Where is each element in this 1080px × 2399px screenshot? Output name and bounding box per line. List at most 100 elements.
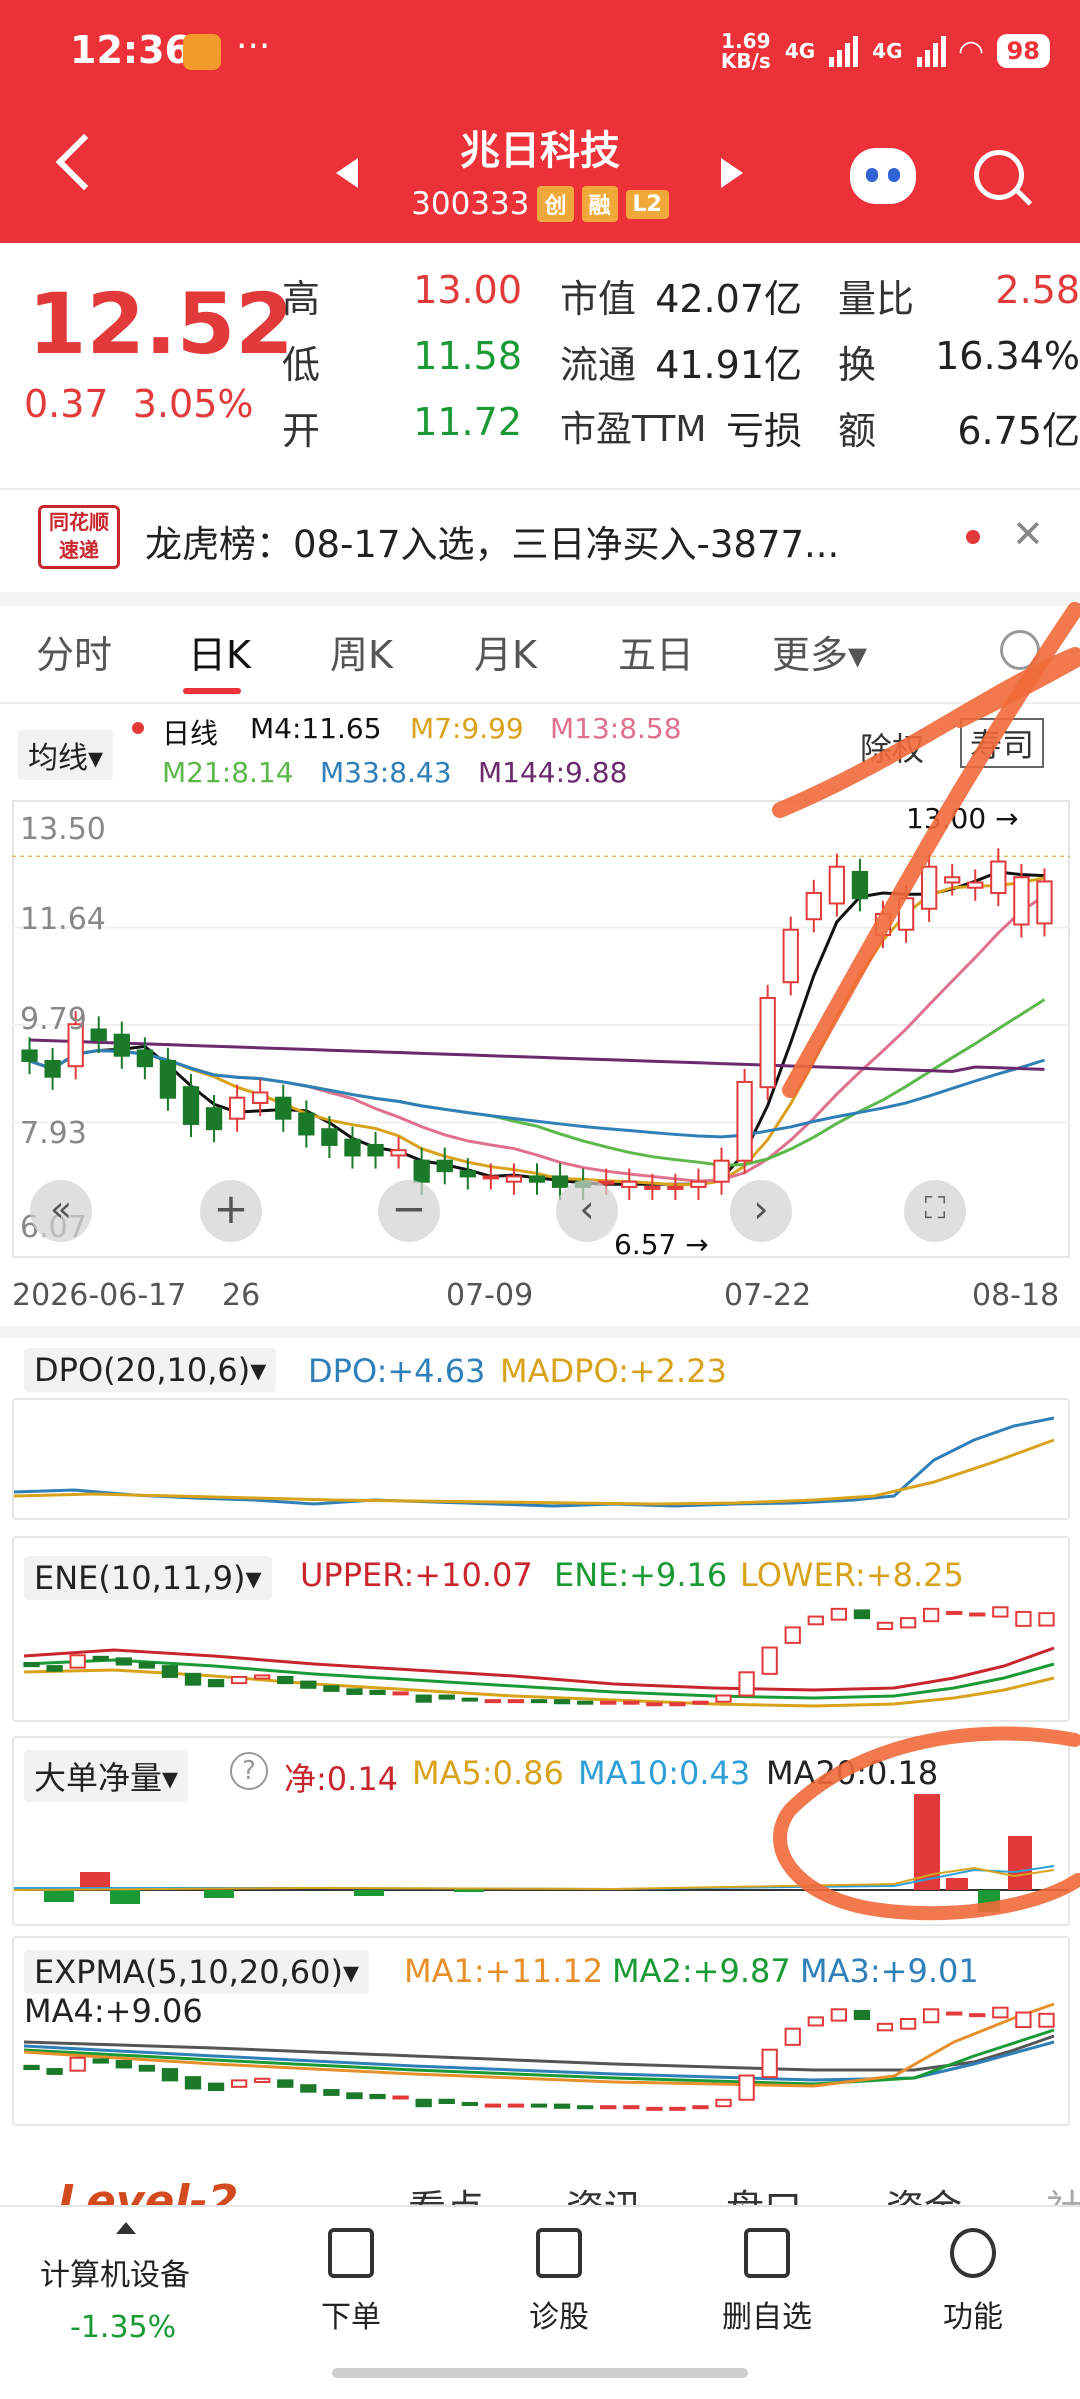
close-icon[interactable]: ✕	[1012, 512, 1044, 556]
candle-body-5	[136, 1049, 154, 1068]
tab-weekly-k[interactable]: 周K	[330, 624, 393, 679]
ene-candle-1	[46, 1665, 63, 1672]
tab-five-day[interactable]: 五日	[618, 624, 694, 679]
ene-candle-3	[92, 1655, 109, 1661]
signal-icon-2	[916, 35, 946, 67]
float-label: 流通	[560, 343, 637, 387]
net-speed-value: 1.69	[721, 29, 771, 53]
expma-candle-40	[946, 2011, 963, 2016]
expma-candle-0	[23, 2064, 40, 2071]
remove-watchlist-icon[interactable]	[744, 2228, 790, 2278]
scroll-left-button[interactable]: «	[30, 1180, 92, 1242]
nav-order[interactable]: 下单	[276, 2292, 426, 2336]
y-label-3: 9.79	[20, 1002, 87, 1037]
expma-candle-15	[369, 2093, 386, 2100]
candle-body-23	[551, 1175, 569, 1188]
daily-line-label: 日线	[162, 717, 219, 750]
header-bar: 12:36 ··· 1.69 KB/s 4G 4G ◠ 98 兆日科技 3003…	[0, 0, 1080, 243]
tab-more[interactable]: 更多▾	[772, 624, 867, 679]
mcap-label: 市值	[560, 277, 637, 321]
ene-candle-35	[830, 1607, 848, 1621]
ene-candle-41	[969, 1612, 986, 1617]
expma-candle-17	[415, 2098, 432, 2108]
adjust-option-1[interactable]: 除权	[860, 724, 924, 770]
battery-icon: 98	[996, 34, 1050, 68]
ma-m13: M13:8.58	[550, 712, 682, 745]
tab-zijin[interactable]: 资金	[886, 2178, 962, 2208]
low-marker-text: 6.57	[614, 1228, 677, 1261]
robot-assistant-icon[interactable]	[850, 148, 916, 204]
dpo-select[interactable]: DPO(20,10,6)▾	[24, 1348, 277, 1392]
amount-label: 额	[838, 409, 877, 453]
sector-name[interactable]: 计算机设备	[40, 2250, 190, 2294]
tab-daily-k[interactable]: 日K	[188, 624, 251, 679]
ene-candle-20	[484, 1699, 502, 1704]
settings-icon[interactable]	[1000, 630, 1040, 670]
x-label-3: 07-09	[446, 1278, 534, 1313]
expma-candle-33	[784, 2027, 801, 2046]
ene-candle-28	[669, 1702, 686, 1707]
ene-candle-42	[992, 1606, 1009, 1618]
pe-value: 亏损	[725, 409, 802, 453]
adjust-option-2[interactable]: 寿司	[960, 718, 1045, 768]
nav-remove-watchlist[interactable]: 删自选	[692, 2292, 842, 2336]
news-text[interactable]: 龙虎榜：08-17入选，三日净买入-3877...	[145, 514, 839, 568]
candle-body-38	[897, 897, 915, 931]
ma-m33: M33:8.43	[320, 756, 452, 789]
expma-candle-3	[92, 2058, 109, 2064]
ene-chart	[12, 1536, 1070, 1722]
ma-line-m13	[29, 894, 1046, 1183]
tab-zixun[interactable]: 资讯	[566, 2178, 642, 2208]
line-marker-dot	[132, 722, 144, 734]
ene-candle-17	[415, 1694, 432, 1703]
news-logo-top: 同花顺	[49, 510, 109, 534]
ene-candle-16	[392, 1691, 409, 1696]
expma-candle-5	[138, 2064, 156, 2072]
bar-8	[946, 1878, 968, 1890]
ene-candle-6	[161, 1665, 179, 1678]
candle-body-3	[90, 1028, 107, 1041]
tab-monthly-k[interactable]: 月K	[474, 624, 537, 679]
ene-candle-43	[1015, 1610, 1032, 1627]
signal-icon-1	[829, 35, 859, 67]
tab-she[interactable]: 社	[1046, 2178, 1080, 2208]
tab-level2[interactable]: Level-2	[58, 2176, 238, 2208]
bigorder-chart	[12, 1736, 1070, 1926]
ene-candle-18	[438, 1694, 455, 1700]
ma-select[interactable]: 均线▾	[18, 730, 114, 780]
zoom-out-button[interactable]: −	[378, 1180, 440, 1242]
menu-icon[interactable]	[950, 2228, 996, 2278]
madpo-value: MADPO:+2.23	[500, 1352, 727, 1390]
order-icon[interactable]	[328, 2228, 374, 2278]
zoom-in-button[interactable]: +	[200, 1180, 262, 1242]
candle-body-34	[805, 891, 822, 921]
move-left-button[interactable]: ‹	[556, 1180, 618, 1242]
sector-expand-icon[interactable]	[116, 2222, 136, 2234]
tab-fenshi[interactable]: 分时	[36, 624, 112, 679]
ene-candle-34	[807, 1615, 824, 1626]
bigorder-ma-line	[14, 1865, 1055, 1891]
fullscreen-icon[interactable]: ⛶	[904, 1180, 966, 1242]
ene-candle-4	[115, 1657, 132, 1666]
expma-ma2-line	[23, 2028, 1055, 2086]
notification-icon	[183, 34, 221, 70]
candle-body-7	[182, 1086, 200, 1125]
move-right-button[interactable]: ›	[730, 1180, 792, 1242]
nav-diagnose[interactable]: 诊股	[484, 2292, 634, 2336]
home-indicator[interactable]	[332, 2368, 748, 2378]
diagnose-icon[interactable]	[536, 2228, 582, 2278]
tab-pankou[interactable]: 盘口	[726, 2178, 802, 2208]
expma-candle-43	[1015, 2011, 1032, 2029]
dpo-chart	[12, 1398, 1070, 1520]
x-label-2: 26	[222, 1278, 261, 1313]
expma-candle-2	[69, 2056, 86, 2072]
expma-candle-1	[46, 2068, 63, 2075]
mcap-value: 42.07亿	[655, 277, 802, 321]
nav-function[interactable]: 功能	[898, 2292, 1048, 2336]
ene-candle-33	[784, 1626, 801, 1644]
candle-body-33	[782, 928, 799, 984]
candle-body-1	[44, 1059, 61, 1078]
tab-kandian[interactable]: 看点	[408, 2178, 484, 2208]
kline-frame	[12, 800, 1070, 1258]
expma-candle-42	[992, 2006, 1009, 2019]
